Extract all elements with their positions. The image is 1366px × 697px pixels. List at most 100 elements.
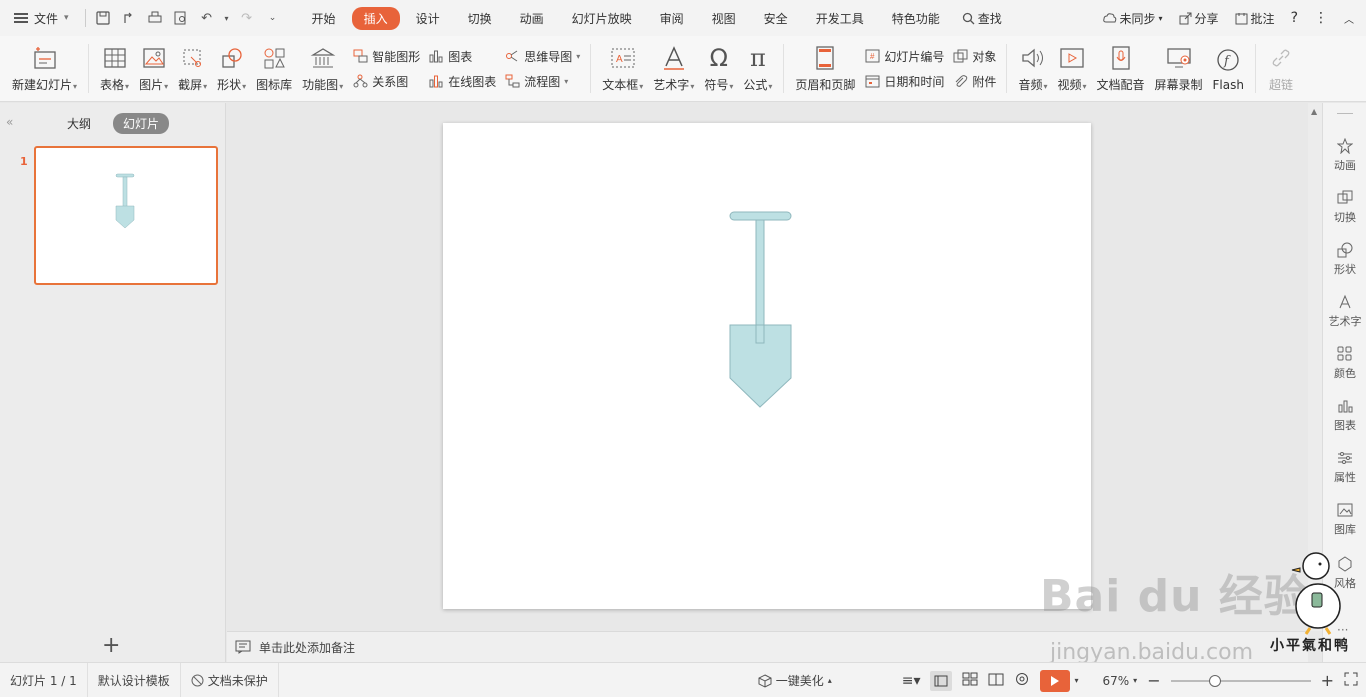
print-preview-icon[interactable] xyxy=(170,7,192,29)
pane-wordart[interactable]: 艺术字 xyxy=(1323,293,1366,329)
redo-icon[interactable]: ↷ xyxy=(236,7,258,29)
slide-number-button[interactable]: # 幻灯片编号 xyxy=(864,48,944,65)
pane-transition[interactable]: 切换 xyxy=(1323,189,1366,225)
chevron-down-icon[interactable]: ▾ xyxy=(222,7,232,29)
sync-button[interactable]: 未同步 ▾ xyxy=(1102,10,1163,27)
pane-chart[interactable]: 图表 xyxy=(1323,397,1366,433)
tab-insert[interactable]: 插入 xyxy=(351,6,400,30)
new-slide-button[interactable]: 新建幻灯片▾ xyxy=(0,36,82,101)
zoom-level[interactable]: 67% ▾ xyxy=(1103,674,1138,688)
paperclip-icon xyxy=(952,73,968,89)
flash-button[interactable]: f Flash xyxy=(1208,36,1249,101)
object-button[interactable]: 对象 xyxy=(952,48,996,65)
more-icon[interactable]: ⋮ xyxy=(1314,10,1328,26)
shapes-icon xyxy=(1336,241,1354,259)
zoom-slider[interactable] xyxy=(1170,674,1311,687)
tab-home[interactable]: 开始 xyxy=(300,7,348,30)
pane-shape[interactable]: 形状 xyxy=(1323,241,1366,277)
pane-gallery[interactable]: 图库 xyxy=(1323,501,1366,537)
function-chart-button[interactable]: 功能图▾ xyxy=(297,36,348,101)
chevron-down-icon[interactable]: ▾ xyxy=(1074,676,1078,685)
gallery-icon xyxy=(1336,501,1354,519)
pane-color[interactable]: 颜色 xyxy=(1323,345,1366,381)
zoom-in-icon[interactable]: + xyxy=(1321,671,1334,690)
calendar-icon xyxy=(864,73,880,89)
shape-button[interactable]: 形状▾ xyxy=(212,36,251,101)
icon-library-button[interactable]: 图标库 xyxy=(251,36,297,101)
tab-transitions[interactable]: 切换 xyxy=(456,7,504,30)
panel-tabs: 大纲 幻灯片 xyxy=(0,113,226,134)
voiceover-button[interactable]: 文档配音 xyxy=(1092,36,1150,101)
search-label: 查找 xyxy=(977,11,1002,26)
shovel-shape[interactable] xyxy=(443,123,1091,609)
hyperlink-button[interactable]: 超链 xyxy=(1262,36,1300,101)
audio-button[interactable]: 音频▾ xyxy=(1013,36,1052,101)
search-button[interactable]: 查找 xyxy=(954,7,1010,30)
align-icon[interactable]: ≡▾ xyxy=(902,673,921,689)
picture-button[interactable]: 图片▾ xyxy=(134,36,173,101)
table-button[interactable]: 表格▾ xyxy=(95,36,134,101)
wordart-button[interactable]: 艺术字▾ xyxy=(648,36,699,101)
attachment-button[interactable]: 附件 xyxy=(952,73,996,90)
play-slideshow-button[interactable] xyxy=(1040,669,1071,692)
sliders-icon xyxy=(1336,449,1354,467)
svg-text:#: # xyxy=(870,52,875,61)
tab-view[interactable]: 视图 xyxy=(700,7,748,30)
online-chart-button[interactable]: 在线图表 xyxy=(428,73,496,90)
comment-button[interactable]: 批注 xyxy=(1235,10,1275,27)
screenshot-button[interactable]: 截屏▾ xyxy=(173,36,212,101)
datetime-button[interactable]: 日期和时间 xyxy=(864,73,944,90)
mindmap-button[interactable]: 思维导图 ▾ xyxy=(504,48,580,65)
pane-animation[interactable]: 动画 xyxy=(1323,137,1366,173)
beautify-button[interactable]: 一键美化 ▴ xyxy=(758,672,832,689)
tab-review[interactable]: 审阅 xyxy=(648,7,696,30)
cloud-icon xyxy=(1102,13,1116,23)
zoom-slider-knob[interactable] xyxy=(1208,674,1221,687)
print-icon[interactable] xyxy=(144,7,166,29)
add-slide-button[interactable]: + xyxy=(102,633,120,658)
presenter-view-icon[interactable] xyxy=(1014,672,1030,689)
protection-status[interactable]: 文档未保护 xyxy=(181,662,279,697)
file-menu[interactable]: 文件 ▾ xyxy=(0,0,79,36)
formula-button[interactable]: π 公式▾ xyxy=(738,36,777,101)
pane-properties-label: 属性 xyxy=(1334,471,1356,484)
slide-thumbnail[interactable] xyxy=(34,146,218,285)
video-icon xyxy=(1058,44,1086,72)
chart-button[interactable]: 图表 xyxy=(428,48,496,65)
symbol-button[interactable]: Ω 符号▾ xyxy=(699,36,738,101)
tab-features[interactable]: 特色功能 xyxy=(880,7,952,30)
smart-shape-button[interactable]: 智能图形 xyxy=(352,48,420,65)
collapse-ribbon-icon[interactable]: ︿ xyxy=(1344,11,1354,26)
export-icon[interactable] xyxy=(118,7,140,29)
screen-record-button[interactable]: 屏幕录制 xyxy=(1150,36,1208,101)
formula-label: 公式 xyxy=(743,78,768,92)
slide-sorter-icon[interactable] xyxy=(962,672,978,689)
slide-canvas[interactable] xyxy=(443,123,1091,609)
relation-chart-button[interactable]: 关系图 xyxy=(352,73,420,90)
tab-slideshow[interactable]: 幻灯片放映 xyxy=(560,7,644,30)
save-icon[interactable] xyxy=(92,7,114,29)
template-name[interactable]: 默认设计模板 xyxy=(88,662,181,697)
header-footer-button[interactable]: 页眉和页脚 xyxy=(790,36,860,101)
textbox-button[interactable]: A 文本框▾ xyxy=(597,36,648,101)
share-button[interactable]: 分享 xyxy=(1179,10,1219,27)
pane-properties[interactable]: 属性 xyxy=(1323,449,1366,485)
customize-icon[interactable]: ⌄ xyxy=(262,7,284,29)
tab-slides[interactable]: 幻灯片 xyxy=(113,113,170,134)
tab-design[interactable]: 设计 xyxy=(404,7,452,30)
undo-icon[interactable]: ↶ xyxy=(196,7,218,29)
normal-view-icon[interactable] xyxy=(930,670,953,691)
tab-animation[interactable]: 动画 xyxy=(508,7,556,30)
tab-developer[interactable]: 开发工具 xyxy=(804,7,876,30)
tab-outline[interactable]: 大纲 xyxy=(57,113,101,134)
video-button[interactable]: 视频▾ xyxy=(1052,36,1091,101)
pane-chart-label: 图表 xyxy=(1334,419,1356,432)
reading-view-icon[interactable] xyxy=(988,672,1004,689)
flowchart-button[interactable]: 流程图 ▾ xyxy=(504,73,580,90)
tab-security[interactable]: 安全 xyxy=(752,7,800,30)
fit-window-icon[interactable] xyxy=(1344,672,1358,689)
smart-shape-label: 智能图形 xyxy=(372,49,421,64)
zoom-out-icon[interactable]: − xyxy=(1147,671,1160,690)
help-icon[interactable]: ? xyxy=(1291,10,1298,26)
scroll-up-icon[interactable]: ▲ xyxy=(1311,107,1317,116)
